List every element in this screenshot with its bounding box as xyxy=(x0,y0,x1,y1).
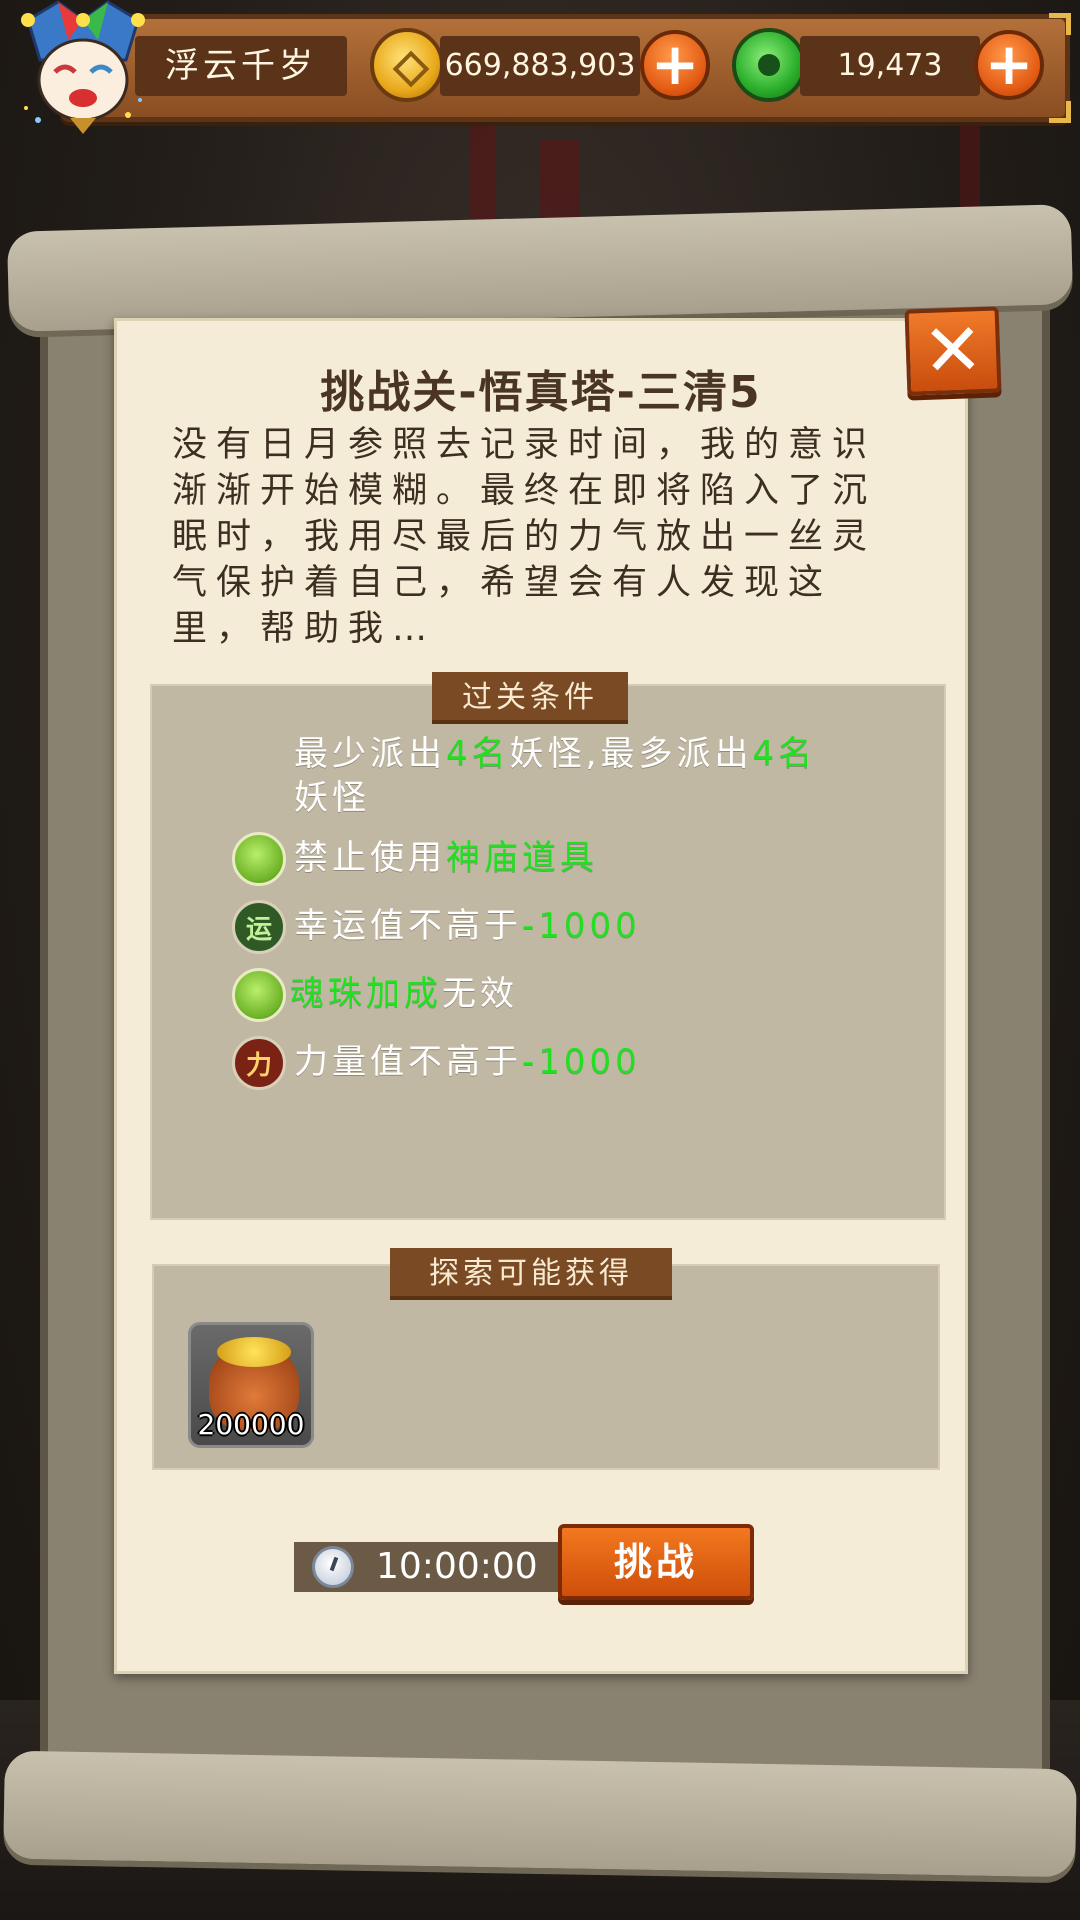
reward-quantity: 200000 xyxy=(197,1408,305,1441)
condition-text: 最少派出 xyxy=(294,734,446,774)
gold-coin-icon xyxy=(370,28,444,102)
condition-value: -1000 xyxy=(522,1042,641,1082)
green-orb-icon xyxy=(232,968,286,1022)
power-icon: 力 xyxy=(232,1036,286,1090)
frame-corner xyxy=(1049,13,1071,35)
condition-no-temple-items: 禁止使用神庙道具 xyxy=(294,836,598,880)
condition-value: 4名 xyxy=(752,734,817,774)
dialog-title: 挑战关-悟真塔-三清5 xyxy=(320,367,762,418)
condition-value: -1000 xyxy=(522,906,641,946)
add-jade-button[interactable]: + xyxy=(974,30,1044,100)
frame-corner xyxy=(1049,101,1071,123)
reward-item[interactable]: 200000 xyxy=(188,1322,314,1448)
conditions-header: 过关条件 xyxy=(432,672,628,724)
condition-value: 魂珠加成 xyxy=(290,974,442,1014)
timer: 10:00:00 xyxy=(294,1542,576,1592)
gold-pile xyxy=(217,1337,291,1367)
condition-soul-orb-disabled: 魂珠加成无效 xyxy=(290,972,518,1016)
condition-text: 妖怪 xyxy=(294,778,370,818)
condition-luck-limit: 幸运值不高于-1000 xyxy=(294,904,641,948)
condition-text: 幸运值不高于 xyxy=(294,906,522,946)
green-jade-icon xyxy=(732,28,806,102)
timer-value: 10:00:00 xyxy=(376,1546,538,1587)
jester-mask-avatar[interactable] xyxy=(8,0,158,140)
story-text: 没有日月参照去记录时间，我的意识渐渐开始模糊。最终在即将陷入了沉眠时，我用尽最后… xyxy=(172,425,877,649)
condition-text: 妖怪,最多派出 xyxy=(509,734,753,774)
green-orb-icon xyxy=(232,832,286,886)
challenge-button[interactable]: 挑战 xyxy=(558,1524,754,1600)
add-coins-button[interactable]: + xyxy=(640,30,710,100)
condition-text: 禁止使用 xyxy=(294,838,446,878)
condition-text: 力量值不高于 xyxy=(294,1042,522,1082)
scroll-bottom-roll xyxy=(3,1750,1077,1878)
condition-power-limit: 力量值不高于-1000 xyxy=(294,1040,641,1084)
coin-count: 669,883,903 xyxy=(440,36,640,96)
condition-value: 4名 xyxy=(446,734,510,774)
condition-text: 无效 xyxy=(442,974,518,1014)
rewards-header: 探索可能获得 xyxy=(390,1248,672,1300)
luck-icon: 运 xyxy=(232,900,286,954)
player-name: 浮云千岁 xyxy=(135,36,347,96)
condition-deploy: 最少派出4名妖怪,最多派出4名妖怪 xyxy=(294,732,854,820)
jade-count: 19,473 xyxy=(800,36,980,96)
condition-value: 神庙道具 xyxy=(446,838,598,878)
stopwatch-icon xyxy=(312,1546,354,1588)
